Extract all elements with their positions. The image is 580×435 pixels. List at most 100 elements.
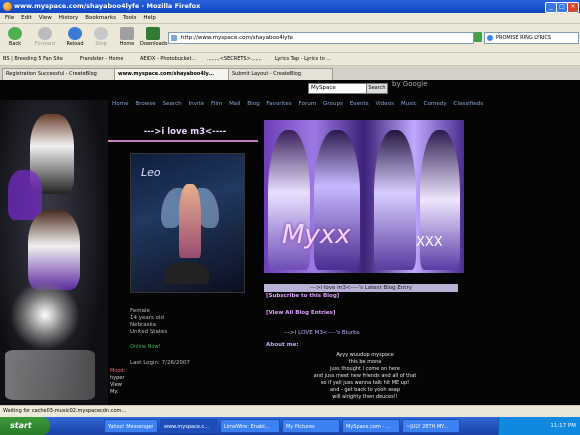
myspace-search-button[interactable]: Search [366,83,388,94]
subscribe-link[interactable]: [Subscribe to this Blog] [266,293,339,299]
home-icon [120,27,134,40]
forward-arrow-icon [38,27,52,40]
google-label: by Google [392,80,428,88]
nav-home[interactable]: Home [112,101,129,107]
search-input[interactable]: PROMISE RING LYRICS [484,32,579,44]
bookmark-item[interactable]: Lyrics Tap - Lyrics to ... [275,53,331,65]
stop-button[interactable]: Stop [88,26,114,50]
bookmark-item[interactable]: .,.,.,.,<SECRETS>.,.,.,. [207,53,262,65]
close-button[interactable]: × [567,2,579,13]
nav-groups[interactable]: Groups [323,101,343,107]
angel-figure [179,184,201,258]
about-me-heading: About me: [266,342,299,348]
profile-picture[interactable]: Leo [130,153,245,293]
window-titlebar: www.myspace.com/shayaboo4lyfe - Mozilla … [0,0,580,13]
menu-history[interactable]: History [59,13,79,23]
go-button[interactable] [474,32,482,42]
google-search-icon [487,35,493,41]
blurbs-heading: --->I LOVE M3<----'s Blurbs [284,330,360,336]
nav-music[interactable]: Music [401,101,417,107]
taskbar-item-limewire[interactable]: LimeWire: Enabl... [220,419,280,433]
about-line: this be mona [348,359,382,365]
stop-icon [94,27,108,40]
nav-events[interactable]: Events [350,101,369,107]
banner-xxx: XXX [416,235,443,250]
forward-button[interactable]: Forward [32,26,58,50]
about-me-text: Ayyy wuudup myspace this be mona juss th… [290,352,440,401]
divider [108,140,258,142]
download-icon [146,27,160,40]
nav-videos[interactable]: Videos [375,101,394,107]
bookmark-item[interactable]: BS | Breeding 5 Fan Site [3,53,63,65]
clock: 11:17 PM [550,423,576,429]
menu-bookmarks[interactable]: Bookmarks [85,13,116,23]
my-label: My: [110,389,119,395]
start-button[interactable]: start [0,417,50,435]
mood-section: Mood: hyper View My: [110,368,125,396]
window-title: www.myspace.com/shayaboo4lyfe - Mozilla … [14,2,201,10]
nav-favorites[interactable]: Favorites [266,101,291,107]
bookmarks-toolbar: BS | Breeding 5 Fan Site Frandster - Hom… [0,53,580,66]
last-login: Last Login: 7/26/2007 [130,360,190,366]
url-text: http://www.myspace.com/shayaboo4lyfe [181,35,293,41]
tab-submit-layout[interactable]: Submit Layout - CreateBlog [228,68,333,80]
tab-myspace[interactable]: www.myspace.com/shayaboo4ly... [114,68,231,80]
view-label[interactable]: View [110,382,122,388]
profile-gender: Female [130,308,150,314]
nav-classifieds[interactable]: Classifieds [453,101,483,107]
back-button[interactable]: Back [2,26,28,50]
banner-title: Myxx [282,220,351,250]
figure-image [28,210,80,290]
menu-edit[interactable]: Edit [21,13,32,23]
view-blogs-link[interactable]: [View All Blog Entries] [266,310,335,316]
person-image [374,130,416,270]
page-content: MySpace Search by Google Home Browse Sea… [0,80,580,405]
about-line: and juss meet new friends and all of tha… [313,373,417,379]
nav-forum[interactable]: Forum [298,101,316,107]
mood-label: Mood: [110,368,126,374]
picture-caption: Leo [141,166,161,179]
nav-mail[interactable]: Mail [229,101,240,107]
url-input[interactable]: http://www.myspace.com/shayaboo4lyfe [168,32,474,44]
nav-comedy[interactable]: Comedy [424,101,447,107]
nav-browse[interactable]: Browse [135,101,155,107]
taskbar-item-firefox[interactable]: www.myspace.c... [160,419,218,433]
mood-value: hyper [110,375,125,381]
status-text: Waiting for cache03-music02.myspacecdn.c… [3,408,127,414]
bookmark-item[interactable]: AEIDX - Photobucket... [140,53,196,65]
nav-blog[interactable]: Blog [247,101,259,107]
system-tray: 11:17 PM [498,417,580,435]
nav-film[interactable]: Film [211,101,222,107]
taskbar: start Yahoo! Messenger www.myspace.c... … [0,417,580,435]
nav-search[interactable]: Search [162,101,181,107]
myspace-search-input[interactable]: MySpace [308,83,368,94]
about-line: juss thought i come on here [329,366,400,372]
glow-shape [10,280,80,350]
home-button[interactable]: Home [114,26,140,50]
reload-button[interactable]: Reload [62,26,88,50]
menu-file[interactable]: File [5,13,14,23]
menu-tools[interactable]: Tools [123,13,137,23]
taskbar-item-pictures[interactable]: My Pictures [282,419,340,433]
back-arrow-icon [8,27,22,40]
tab-strip: Registration Successful - CreateBlog www… [0,66,580,80]
profile-heading: --->i love m3<---- [143,127,227,137]
reload-icon [68,27,82,40]
tab-registration[interactable]: Registration Successful - CreateBlog [2,68,117,80]
navigation-toolbar: Back Forward Reload Stop Home Downloads … [0,24,580,53]
taskbar-item-july[interactable]: ~JULY 28TH MY... [402,419,460,433]
menu-bar: File Edit View History Bookmarks Tools H… [0,13,580,24]
about-line: will alrighty then deuces!! [332,394,398,400]
menu-help[interactable]: Help [143,13,156,23]
profile-country: United States [130,329,168,335]
firefox-icon [3,2,12,11]
menu-view[interactable]: View [39,13,52,23]
taskbar-item-yahoo[interactable]: Yahoo! Messenger [104,419,158,433]
profile-state: Nebraska [130,322,156,328]
music-staff-image [5,350,95,400]
downloads-button[interactable]: Downloads [140,26,167,50]
taskbar-item-myspace[interactable]: MySpace.com - ... [342,419,400,433]
page-icon [171,35,177,41]
bookmark-item[interactable]: Frandster - Home [80,53,123,65]
nav-invite[interactable]: Invite [188,101,204,107]
